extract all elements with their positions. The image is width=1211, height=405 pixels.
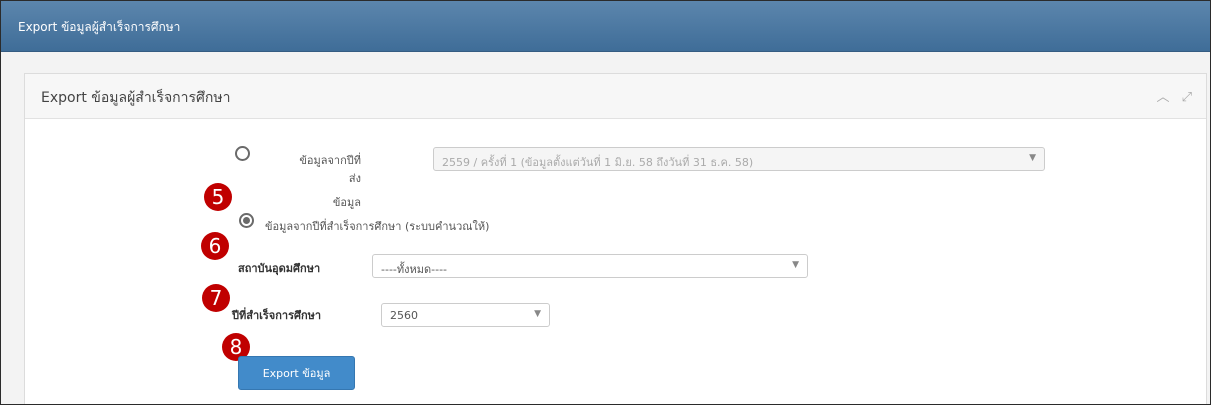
chevron-down-icon: ▼ [792,260,799,270]
export-button[interactable]: Export ข้อมูล [238,356,355,390]
collapse-icon[interactable]: ︿ [1156,90,1169,105]
app-window: Export ข้อมูลผู้สำเร็จการศึกษา Export ข้… [0,0,1211,405]
annotation-marker-5: 5 [204,183,232,211]
page-header-bar: Export ข้อมูลผู้สำเร็จการศึกษา [1,1,1210,52]
chevron-down-icon: ▼ [1029,153,1036,163]
radio-grad-year[interactable] [239,213,254,228]
expand-icon[interactable]: ⤢ [1182,90,1192,105]
grad-year-select-value: 2560 [390,309,418,322]
chevron-down-icon: ▼ [534,309,541,319]
panel-title: Export ข้อมูลผู้สำเร็จการศึกษา [41,90,231,106]
send-year-select[interactable]: 2559 / ครั้งที่ 1 (ข้อมูลตั้งแต่วันที่ 1… [433,147,1045,171]
institution-select-value: ----ทั้งหมด---- [381,263,448,276]
annotation-marker-7: 7 [202,284,230,312]
grad-year-option-label: ข้อมูลจากปีที่สำเร็จการศึกษา (ระบบคำนวณใ… [265,220,490,233]
send-year-label: ข้อมูลจากปีที่ส่ง ข้อมูล [299,154,361,209]
annotation-marker-6: 6 [201,232,229,260]
institution-label: สถาบันอุดมศึกษา [238,262,321,275]
grad-year-label: ปีที่สำเร็จการศึกษา [232,309,322,322]
panel-tools: ︿ ⤢ [1148,86,1192,105]
institution-select[interactable]: ----ทั้งหมด---- ▼ [372,254,808,278]
send-year-select-value: 2559 / ครั้งที่ 1 (ข้อมูลตั้งแต่วันที่ 1… [442,156,754,169]
radio-send-year[interactable] [235,146,250,161]
panel-header: Export ข้อมูลผู้สำเร็จการศึกษา ︿ ⤢ [25,74,1206,119]
page-title: Export ข้อมูลผู้สำเร็จการศึกษา [18,20,181,34]
grad-year-select[interactable]: 2560 ▼ [381,303,550,327]
